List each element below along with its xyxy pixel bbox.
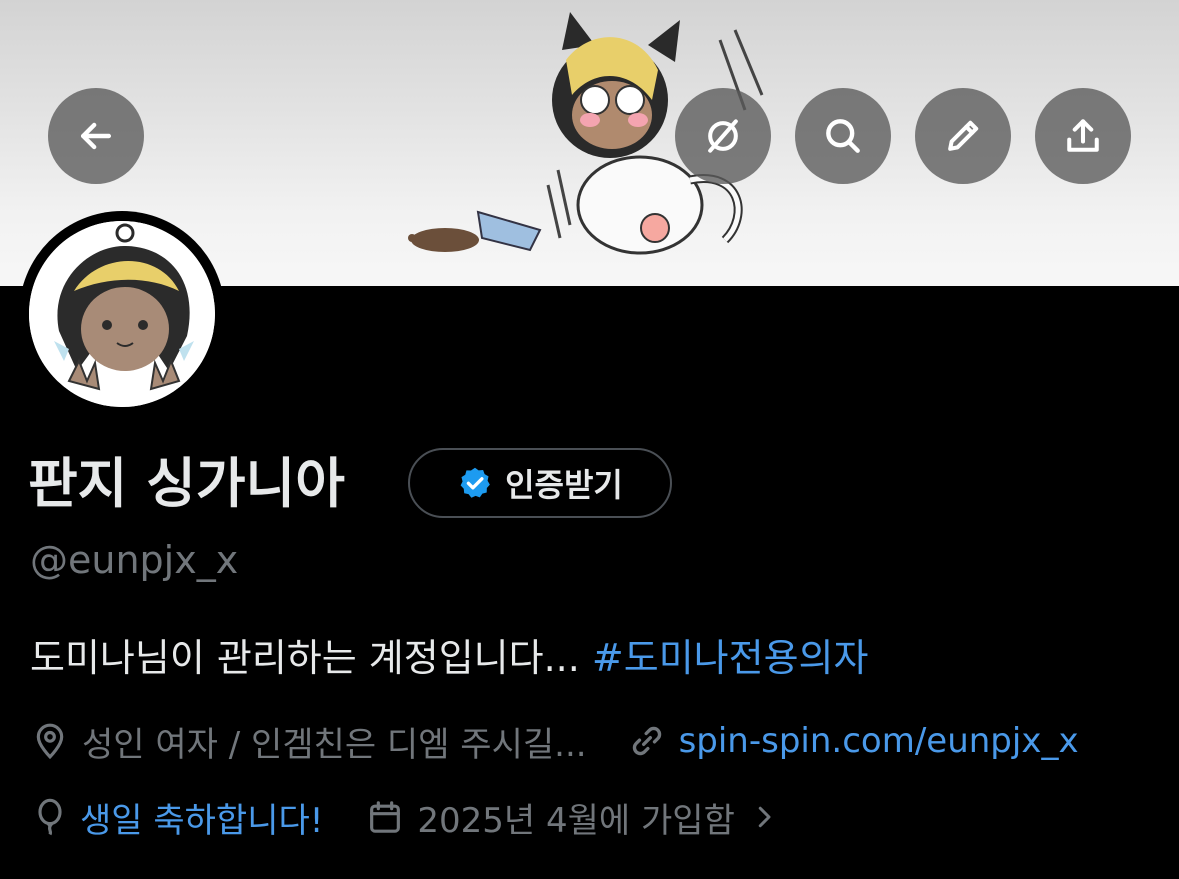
bio-hashtag-link[interactable]: #도미나전용의자 bbox=[592, 636, 869, 680]
location-pin-icon bbox=[36, 723, 64, 760]
location-item: 성인 여자 / 인겜친은 디엠 주시길... bbox=[30, 717, 587, 766]
website-link[interactable]: spin-spin.com/eunpjx_x bbox=[679, 721, 1079, 761]
birthday-item: 생일 축하합니다! bbox=[30, 793, 323, 842]
profile-meta-row-1: 성인 여자 / 인겜친은 디엠 주시길... spin-spin.com/eun… bbox=[30, 713, 1079, 769]
get-verified-button[interactable]: 인증받기 bbox=[408, 448, 672, 518]
joined-item[interactable]: 2025년 4월에 가입함 bbox=[365, 793, 778, 842]
profile-page: 판지 싱가니아 인증받기 @eunpjx_x 도미나님이 관리하는 계정입니다.… bbox=[0, 0, 1179, 879]
back-arrow-icon bbox=[80, 122, 112, 150]
back-button[interactable] bbox=[48, 88, 144, 184]
edit-button[interactable] bbox=[915, 88, 1011, 184]
profile-bio: 도미나님이 관리하는 계정입니다... #도미나전용의자 bbox=[30, 630, 868, 686]
get-verified-label: 인증받기 bbox=[505, 466, 623, 504]
chevron-right-icon bbox=[758, 806, 771, 828]
website-item[interactable]: spin-spin.com/eunpjx_x bbox=[627, 721, 1079, 761]
grok-button[interactable] bbox=[675, 88, 771, 184]
search-button[interactable] bbox=[795, 88, 891, 184]
bio-text: 도미나님이 관리하는 계정입니다... bbox=[30, 636, 592, 680]
display-name: 판지 싱가니아 bbox=[28, 452, 345, 515]
pencil-icon bbox=[948, 120, 979, 151]
share-button[interactable] bbox=[1035, 88, 1131, 184]
joined-date-text: 2025년 4월에 가입함 bbox=[417, 800, 735, 841]
share-icon bbox=[1067, 119, 1099, 152]
avatar[interactable] bbox=[29, 221, 215, 407]
location-text: 성인 여자 / 인겜친은 디엠 주시길... bbox=[82, 724, 587, 765]
profile-meta-row-2: 생일 축하합니다! 2025년 4월에 가입함 bbox=[30, 789, 779, 845]
user-handle: @eunpjx_x bbox=[30, 538, 239, 582]
avatar-illustration bbox=[29, 221, 215, 407]
search-icon bbox=[826, 119, 860, 153]
birthday-link[interactable]: 생일 축하합니다! bbox=[80, 793, 323, 842]
verified-badge-icon bbox=[460, 467, 490, 498]
calendar-icon bbox=[370, 801, 401, 833]
slash-circle-icon bbox=[708, 119, 738, 153]
link-icon bbox=[632, 726, 661, 756]
balloon-icon bbox=[38, 798, 62, 836]
